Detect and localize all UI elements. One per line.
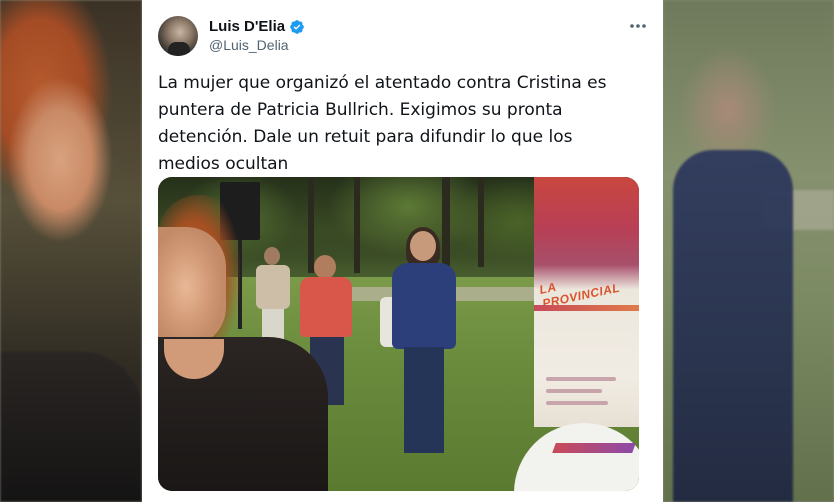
avatar[interactable] — [158, 16, 198, 56]
photo-banner-line — [546, 401, 608, 405]
photo-banner-logo: LA PROVINCIAL — [538, 279, 622, 311]
blurred-background-left — [0, 0, 142, 502]
photo-banner-line — [546, 389, 602, 393]
more-options-icon[interactable] — [628, 16, 648, 36]
photo-person-blue-shirt-legs — [404, 347, 444, 453]
photo-person-blue-shirt-torso — [392, 263, 456, 349]
photo-banner: LA PROVINCIAL — [534, 177, 639, 427]
author-handle[interactable]: @Luis_Delia — [209, 37, 289, 53]
photo-person-background-head — [264, 247, 280, 265]
photo-person-background-torso — [256, 265, 290, 309]
author-display-name[interactable]: Luis D'Elia — [209, 18, 285, 35]
author-name-row: Luis D'Elia — [209, 18, 305, 35]
verified-badge-icon — [289, 19, 305, 35]
photo-tree-trunk — [478, 177, 484, 267]
tweet-header: Luis D'Elia @Luis_Delia — [158, 14, 648, 58]
photo-banner-stripe — [534, 305, 639, 311]
photo-person-foreground-face — [158, 227, 226, 347]
photo-person-blue-shirt — [380, 227, 464, 461]
blurred-background-left-figure — [0, 352, 142, 502]
tweet-text: La mujer que organizó el atentado contra… — [158, 73, 607, 174]
tweet-photo[interactable]: LA PROVINCIAL — [158, 177, 639, 491]
photo-tree-trunk — [354, 177, 360, 273]
photo-person-blue-shirt-head — [410, 231, 436, 261]
photo-person-red-shirt-torso — [300, 277, 352, 337]
blurred-background-right-figure — [673, 150, 793, 502]
photo-banner-line — [546, 377, 616, 381]
blurred-background-right — [663, 0, 834, 502]
tweet-card: Luis D'Elia @Luis_Delia La mujer que org… — [142, 0, 663, 502]
photo-person-red-shirt-head — [314, 255, 336, 279]
